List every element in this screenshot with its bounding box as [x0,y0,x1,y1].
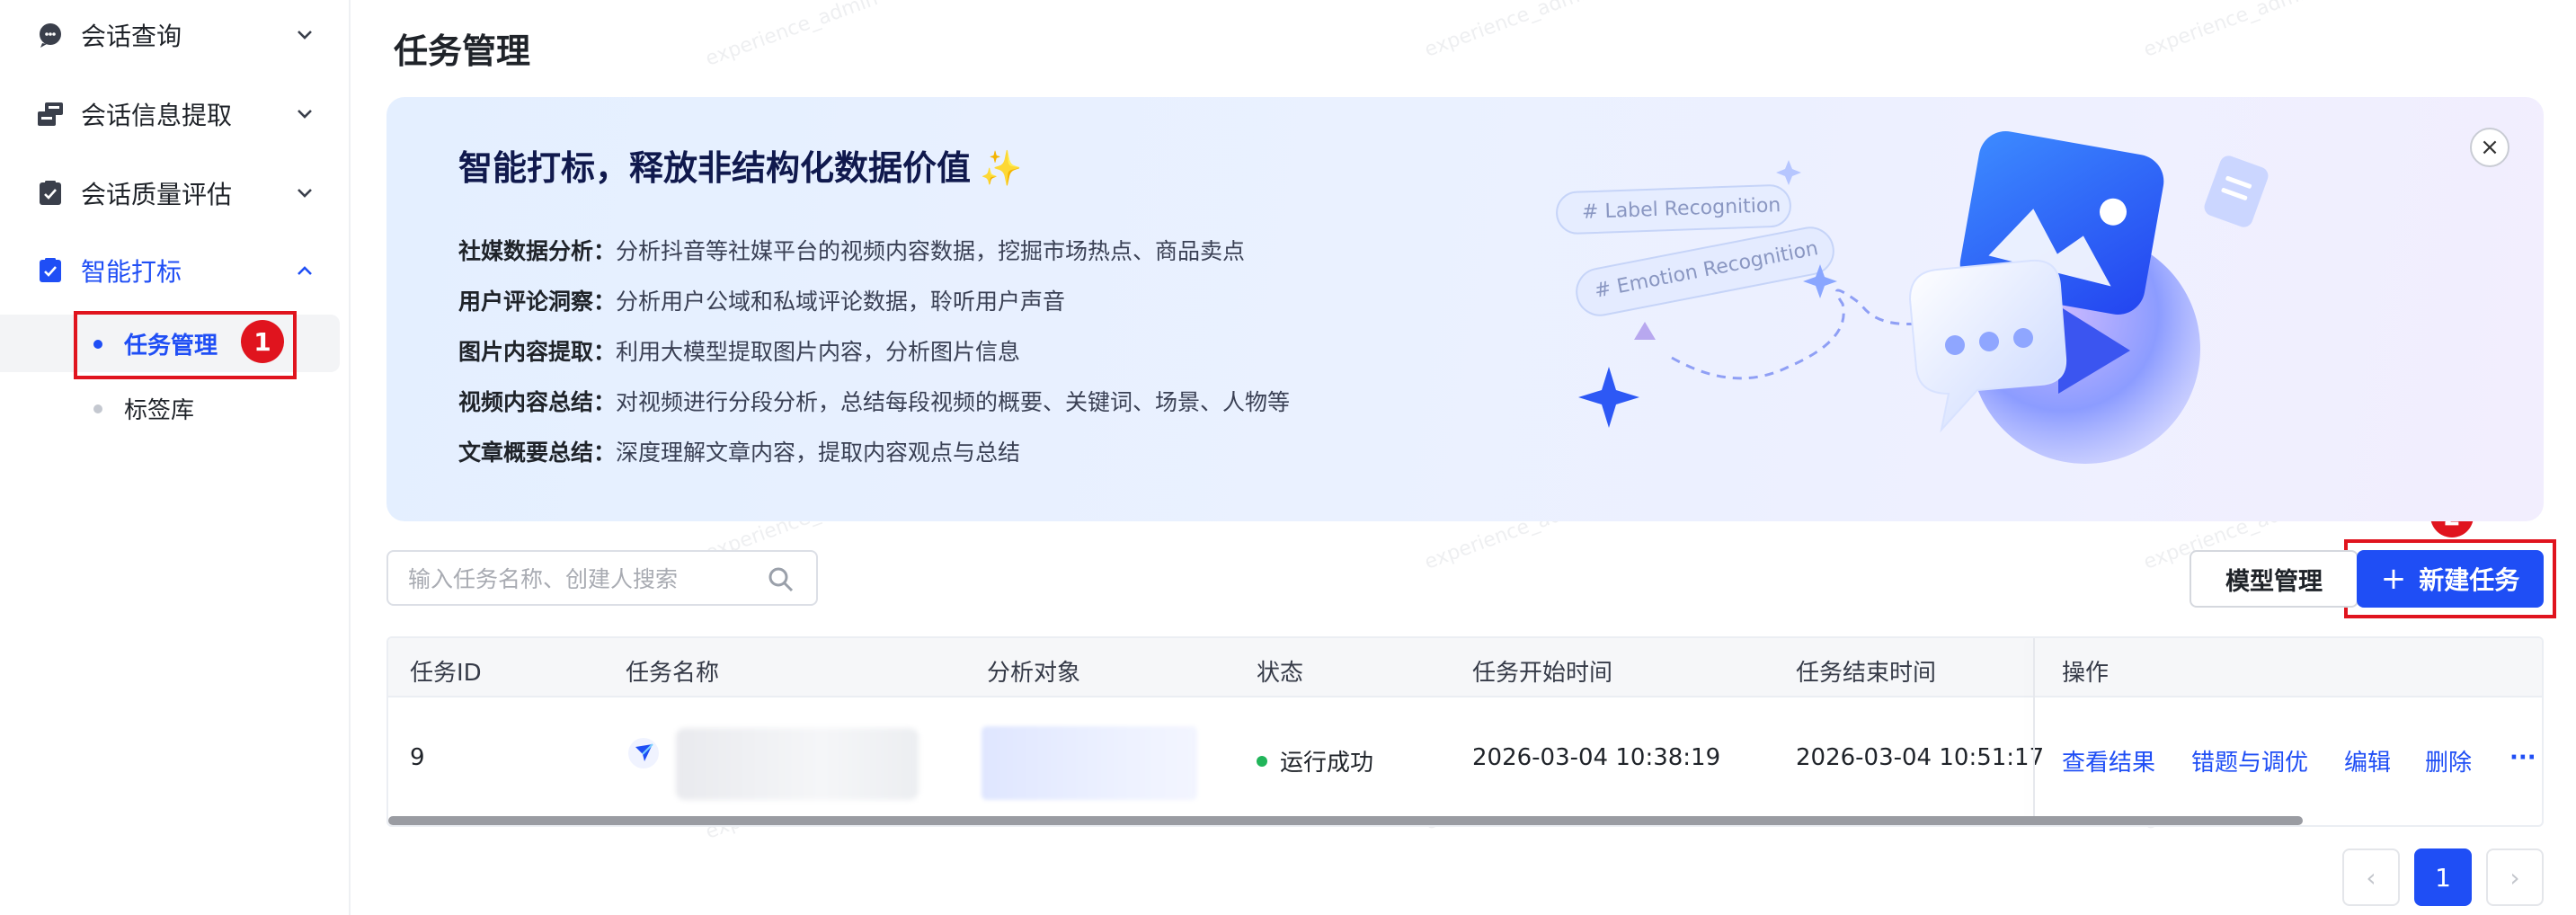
status-dot-icon [1257,755,1267,767]
feature-desc: 深度理解文章内容，提取内容观点与总结 [616,440,1021,466]
column-header: 任务开始时间 [1472,660,1613,687]
page-1-button[interactable]: 1 [2414,848,2472,906]
plus-icon: + [2380,561,2407,597]
feature-desc: 对视频进行分段分析，总结每段视频的概要、关键词、场景、人物等 [616,389,1291,415]
column-header: 任务结束时间 [1796,660,1937,687]
column-header: 状态 [1257,660,1304,687]
more-actions-icon[interactable]: ··· [2509,744,2536,771]
start-time: 2026-03-04 10:38:19 [1472,744,1721,771]
feature-desc: 分析用户公域和私域评论数据，聆听用户声音 [616,289,1066,315]
banner-close-button[interactable]: × [2470,128,2509,167]
feature-line: 视频内容总结：对视频进行分段分析，总结每段视频的概要、关键词、场景、人物等 [458,385,1290,417]
banner-title: 智能打标，释放非结构化数据价值 ✨ [458,140,1022,190]
feature-colon: ： [593,440,617,466]
horizontal-scrollbar[interactable] [388,816,2303,825]
feature-name: 社媒数据分析 [458,238,594,264]
feature-colon: ： [593,289,617,315]
task-id: 9 [410,744,425,771]
status-badge: 运行成功 [1257,744,1373,777]
feature-name: 用户评论洞察 [458,289,594,315]
annotation-badge-1: 1 [241,320,284,363]
sidebar-group-label: 会话信息提取 [81,101,233,130]
page-title: 任务管理 [394,31,531,71]
sidebar-group-label: 智能打标 [81,257,182,287]
task-table: 任务ID 任务名称 分析对象 状态 任务开始时间 任务结束时间 操作 9 运行成… [386,636,2544,827]
new-task-label: 新建任务 [2419,565,2520,595]
chat-bubble-icon [36,21,65,49]
view-result-link[interactable]: 查看结果 [2062,744,2155,777]
chevron-down-icon [298,110,312,119]
sidebar-item-tag-library[interactable]: 标签库 [0,379,340,437]
table-header: 任务ID 任务名称 分析对象 状态 任务开始时间 任务结束时间 操作 [388,638,2542,697]
task-name-redacted [676,728,919,800]
model-management-button[interactable]: 模型管理 [2190,550,2358,608]
watermark: experience_admin [2140,0,2320,62]
sidebar-group-session-quality[interactable]: 会话质量评估 [0,162,351,225]
sidebar-group-label: 会话查询 [81,22,182,51]
checklist-icon [36,179,65,208]
end-time: 2026-03-04 10:51:17 [1796,744,2045,771]
new-task-button[interactable]: + 新建任务 [2357,550,2544,608]
delete-link[interactable]: 删除 [2425,744,2472,777]
feature-line: 文章概要总结：深度理解文章内容，提取内容观点与总结 [458,435,1020,467]
sidebar-group-session-extraction[interactable]: 会话信息提取 [0,83,351,146]
search-box [386,550,818,606]
banner-title-text: 智能打标，释放非结构化数据价值 [458,148,972,188]
feature-line: 社媒数据分析：分析抖音等社媒平台的视频内容数据，挖掘市场热点、商品卖点 [458,234,1245,266]
sparkle-icon: ✨ [980,148,1023,188]
intro-banner: 智能打标，释放非结构化数据价值 ✨ 社媒数据分析：分析抖音等社媒平台的视频内容数据… [386,97,2544,521]
chevron-up-icon [298,266,312,275]
search-icon[interactable] [766,564,796,595]
close-icon: × [2480,134,2500,161]
banner-illustration [1556,131,2269,464]
prev-page-button[interactable]: ‹ [2342,848,2400,906]
task-type-icon [628,738,659,768]
feature-desc: 利用大模型提取图片内容，分析图片信息 [616,339,1021,365]
feature-name: 文章概要总结 [458,440,594,466]
fixed-column-divider [2033,638,2035,825]
watermark: experience_admin [1421,0,1601,62]
column-header: 操作 [2062,660,2110,687]
extract-icon [36,100,65,129]
chevron-down-icon [298,189,312,198]
chevron-down-icon [298,31,312,40]
feature-colon: ： [593,339,617,365]
column-header: 分析对象 [987,660,1081,687]
search-input[interactable] [408,564,759,593]
analysis-target-redacted [982,726,1197,800]
feature-desc: 分析抖音等社媒平台的视频内容数据，挖掘市场热点、商品卖点 [616,238,1246,264]
feature-name: 视频内容总结 [458,389,594,415]
tag-check-icon [36,256,65,285]
edit-link[interactable]: 编辑 [2344,744,2391,777]
sidebar-group-label: 会话质量评估 [81,180,233,209]
column-header: 任务名称 [626,660,720,687]
error-tuning-link[interactable]: 错题与调优 [2191,744,2308,777]
feature-line: 图片内容提取：利用大模型提取图片内容，分析图片信息 [458,334,1020,367]
sidebar-item-label: 标签库 [124,396,195,424]
feature-line: 用户评论洞察：分析用户公域和私域评论数据，聆听用户声音 [458,284,1065,316]
status-text: 运行成功 [1280,750,1374,777]
column-header: 任务ID [410,660,482,687]
sidebar: 会话查询 会话信息提取 会话质量评估 智能打标 任务管理 标签库 [0,0,351,915]
sidebar-group-session-query[interactable]: 会话查询 [0,4,351,67]
feature-colon: ： [593,389,617,415]
feature-colon: ： [593,238,617,264]
sidebar-group-smart-tagging[interactable]: 智能打标 [0,239,351,302]
bullet-dot-icon [93,404,102,413]
next-page-button[interactable]: › [2486,848,2544,906]
feature-name: 图片内容提取 [458,339,594,365]
watermark: experience_admin [702,0,882,71]
